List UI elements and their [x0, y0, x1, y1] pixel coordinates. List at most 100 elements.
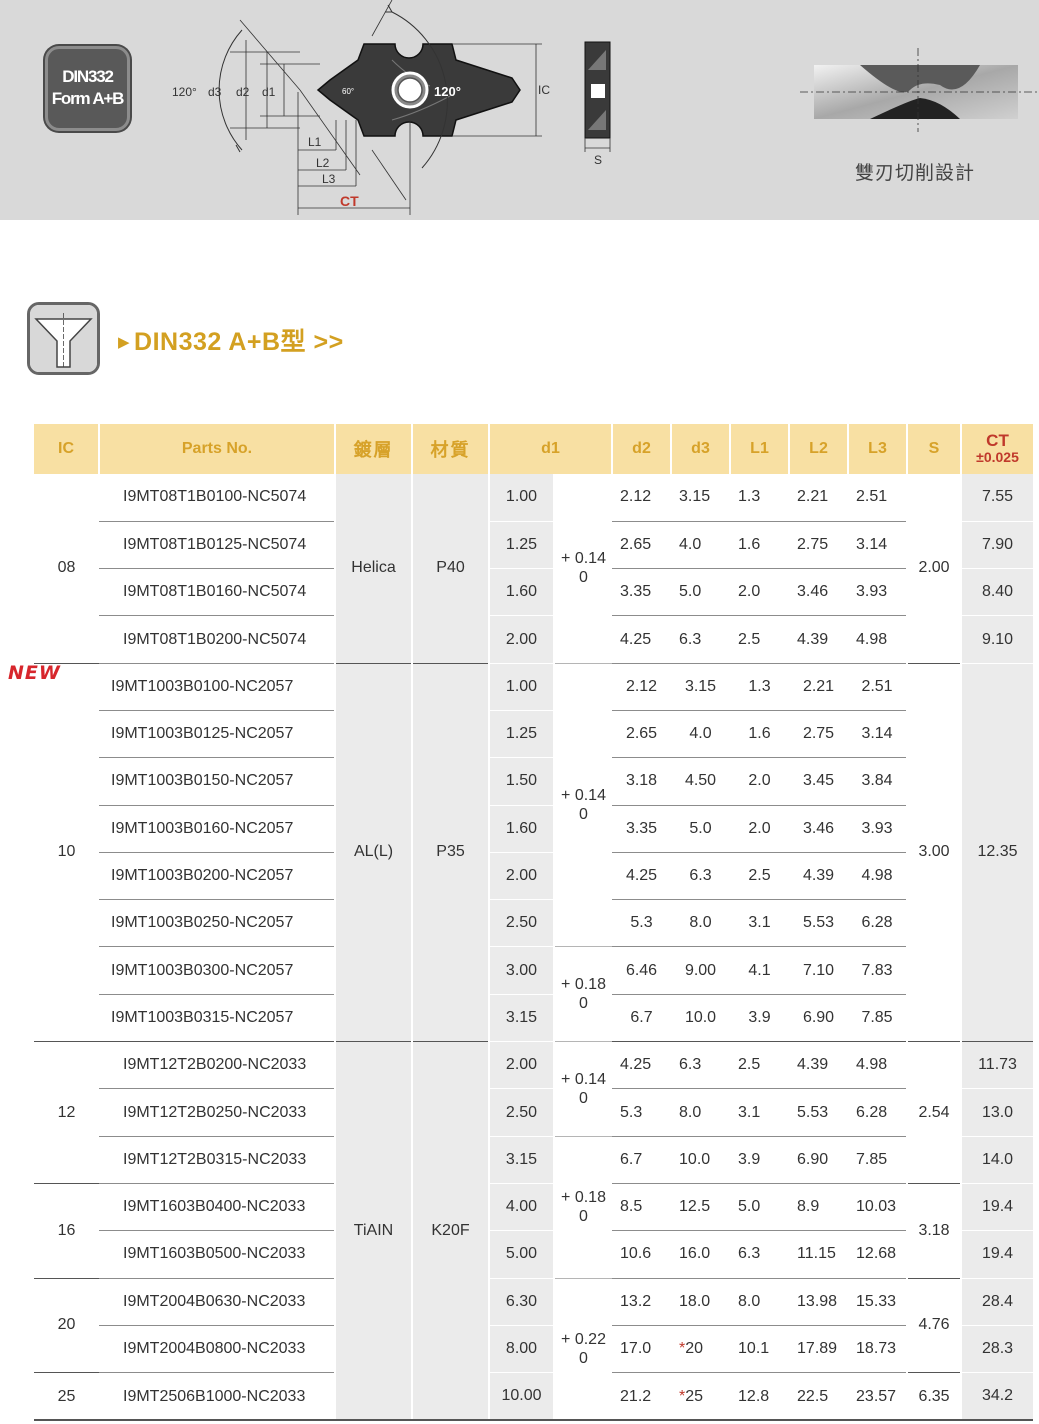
d3-cell: 3.15 — [671, 662, 731, 711]
d1-cell: 1.50 — [488, 757, 554, 806]
d2-cell: 6.7 — [612, 1136, 672, 1184]
d3-cell: 12.5 — [671, 1182, 731, 1232]
l1-cell: 2.0 — [730, 805, 790, 853]
d3-value: 20 — [685, 1339, 704, 1357]
part-no: I9MT1003B0250-NC2057 — [99, 899, 335, 948]
header-s: S — [907, 424, 963, 474]
l3-cell: 7.85 — [848, 1136, 908, 1184]
l2-cell: 2.21 — [789, 474, 849, 522]
header-ic: IC — [34, 424, 100, 474]
label-d1: d1 — [262, 85, 276, 99]
label-l2: L2 — [316, 156, 330, 170]
material-cell: K20F — [411, 1041, 489, 1420]
l2-cell: 2.75 — [789, 710, 849, 759]
table-row: I9MT1003B0150-NC2057 1.50 3.18 4.50 2.0 … — [34, 757, 1033, 806]
table-row: I9MT1003B0315-NC2057 3.15 6.7 10.0 3.9 6… — [34, 994, 1033, 1043]
d1-cell: 1.25 — [488, 521, 554, 570]
spec-table: IC Parts No. 鍍層 材質 d1 d2 d3 L1 L2 L3 S C… — [34, 424, 1034, 1421]
part-no: I9MT1003B0160-NC2057 — [99, 805, 335, 853]
header-l3: L3 — [848, 424, 909, 474]
label-120-outer: 120° — [172, 85, 197, 99]
l2-cell: 2.21 — [789, 662, 849, 711]
l1-cell: 2.5 — [730, 852, 790, 901]
d2-cell: 4.25 — [612, 615, 672, 664]
d1-tolerance: + 0.14 0 — [552, 474, 613, 664]
table-row: I9MT1603B0500-NC2033 5.00 10.6 16.0 6.3 … — [34, 1230, 1034, 1279]
part-no: I9MT1003B0125-NC2057 — [99, 710, 335, 759]
label-ic: IC — [538, 83, 550, 97]
badge-line-1: DIN332 — [62, 67, 114, 86]
l1-cell: 6.3 — [730, 1230, 790, 1279]
d1-tolerance: + 0.14 0 — [552, 1041, 613, 1137]
l3-cell: 3.14 — [848, 710, 908, 759]
table-row: I9MT1003B0250-NC2057 2.50 5.3 8.0 3.1 5.… — [34, 899, 1033, 948]
l1-cell: 2.5 — [730, 615, 790, 664]
d1-cell: 1.25 — [488, 710, 554, 759]
table-row: 25 I9MT2506B1000-NC2033 10.00 21.2 *25 1… — [34, 1372, 1034, 1421]
d1-cell: 2.00 — [488, 615, 554, 664]
l1-cell: 2.0 — [730, 568, 790, 617]
d2-cell: 8.5 — [612, 1182, 672, 1232]
l2-cell: 8.9 — [789, 1182, 849, 1232]
part-no: I9MT12T2B0250-NC2033 — [99, 1088, 335, 1137]
tolerance-text: + 0.18 0 — [561, 976, 606, 1013]
l1-cell: 4.1 — [730, 946, 790, 995]
ic-cell: 08 — [57, 559, 76, 577]
l1-cell: 12.8 — [730, 1372, 790, 1420]
ic-cell: 16 — [34, 1182, 99, 1279]
d1-cell: 10.00 — [488, 1372, 554, 1421]
d3-cell: 8.0 — [671, 899, 731, 948]
s-cell: 3.18 — [906, 1182, 962, 1279]
header-material: 材質 — [412, 424, 490, 474]
d2-cell: 5.3 — [612, 899, 672, 948]
l1-cell: 1.6 — [730, 521, 790, 570]
label-60: 60° — [342, 87, 354, 96]
d1-cell: 3.15 — [488, 1136, 554, 1184]
l3-cell: 7.83 — [848, 946, 908, 995]
header-d2: d2 — [612, 424, 673, 474]
table-row: I9MT12T2B0250-NC2033 2.50 5.3 8.0 3.1 5.… — [34, 1088, 1034, 1137]
d1-cell: 8.00 — [488, 1325, 554, 1374]
table-row: I9MT1003B0160-NC2057 1.60 3.35 5.0 2.0 3… — [34, 805, 1033, 853]
l2-cell: 4.39 — [789, 615, 849, 664]
l1-cell: 1.3 — [730, 474, 790, 522]
l1-cell: 1.6 — [730, 710, 790, 759]
l3-cell: 2.51 — [848, 474, 908, 522]
d1-cell: 5.00 — [488, 1230, 554, 1279]
l1-cell: 5.0 — [730, 1182, 790, 1232]
l3-cell: 2.51 — [848, 662, 908, 711]
d2-cell: 10.6 — [612, 1230, 672, 1279]
ic-cell: 25 — [34, 1372, 99, 1420]
table-row: I9MT08T1B0200-NC5074 2.00 4.25 6.3 2.5 4… — [34, 615, 1034, 664]
d2-cell: 3.35 — [612, 568, 672, 617]
label-120-insert: 120° — [434, 84, 461, 99]
d2-cell: 17.0 — [612, 1325, 672, 1374]
d3-cell: 18.0 — [671, 1277, 731, 1326]
l3-cell: 7.85 — [861, 1008, 893, 1026]
header-ct: CT ±0.025 — [961, 424, 1034, 474]
table-row: 10 I9MT1003B0100-NC2057 AL(L) P35 1.00 +… — [34, 662, 1034, 1042]
part-no: I9MT1003B0150-NC2057 — [99, 757, 335, 806]
ct-cell: 28.4 — [960, 1277, 1034, 1326]
l2-cell: 7.10 — [789, 946, 849, 995]
table-row: I9MT1003B0200-NC2057 2.00 4.25 6.3 2.5 4… — [34, 852, 1033, 901]
s-cell: 2.00 — [906, 474, 962, 664]
tolerance-text: + 0.18 0 — [561, 1189, 606, 1226]
ct-cell: 28.3 — [960, 1325, 1034, 1374]
tolerance-text: + 0.22 0 — [561, 1330, 606, 1367]
ct-cell: 34.2 — [960, 1372, 1034, 1421]
countersink-icon — [30, 305, 97, 372]
d1-cell: 4.00 — [488, 1182, 554, 1232]
d2-cell: 21.2 — [612, 1372, 672, 1420]
l2-cell: 17.89 — [789, 1325, 849, 1374]
triangle-bullet-icon: ▶ — [118, 334, 131, 351]
d1-cell: 2.00 — [488, 852, 554, 901]
d2-cell: 2.65 — [612, 710, 672, 759]
d2-cell: 3.18 — [612, 757, 672, 806]
ct-cell: 7.90 — [960, 521, 1034, 570]
table-row: I9MT1003B0125-NC2057 1.25 2.65 4.0 1.6 2… — [34, 710, 1033, 759]
d3-cell: 9.00 — [671, 946, 731, 995]
coating-cell: Helica — [334, 474, 412, 664]
table-row: 16 I9MT1603B0400-NC2033 4.00 8.5 12.5 5.… — [34, 1182, 1034, 1279]
ct-cell: 14.0 — [960, 1136, 1034, 1184]
